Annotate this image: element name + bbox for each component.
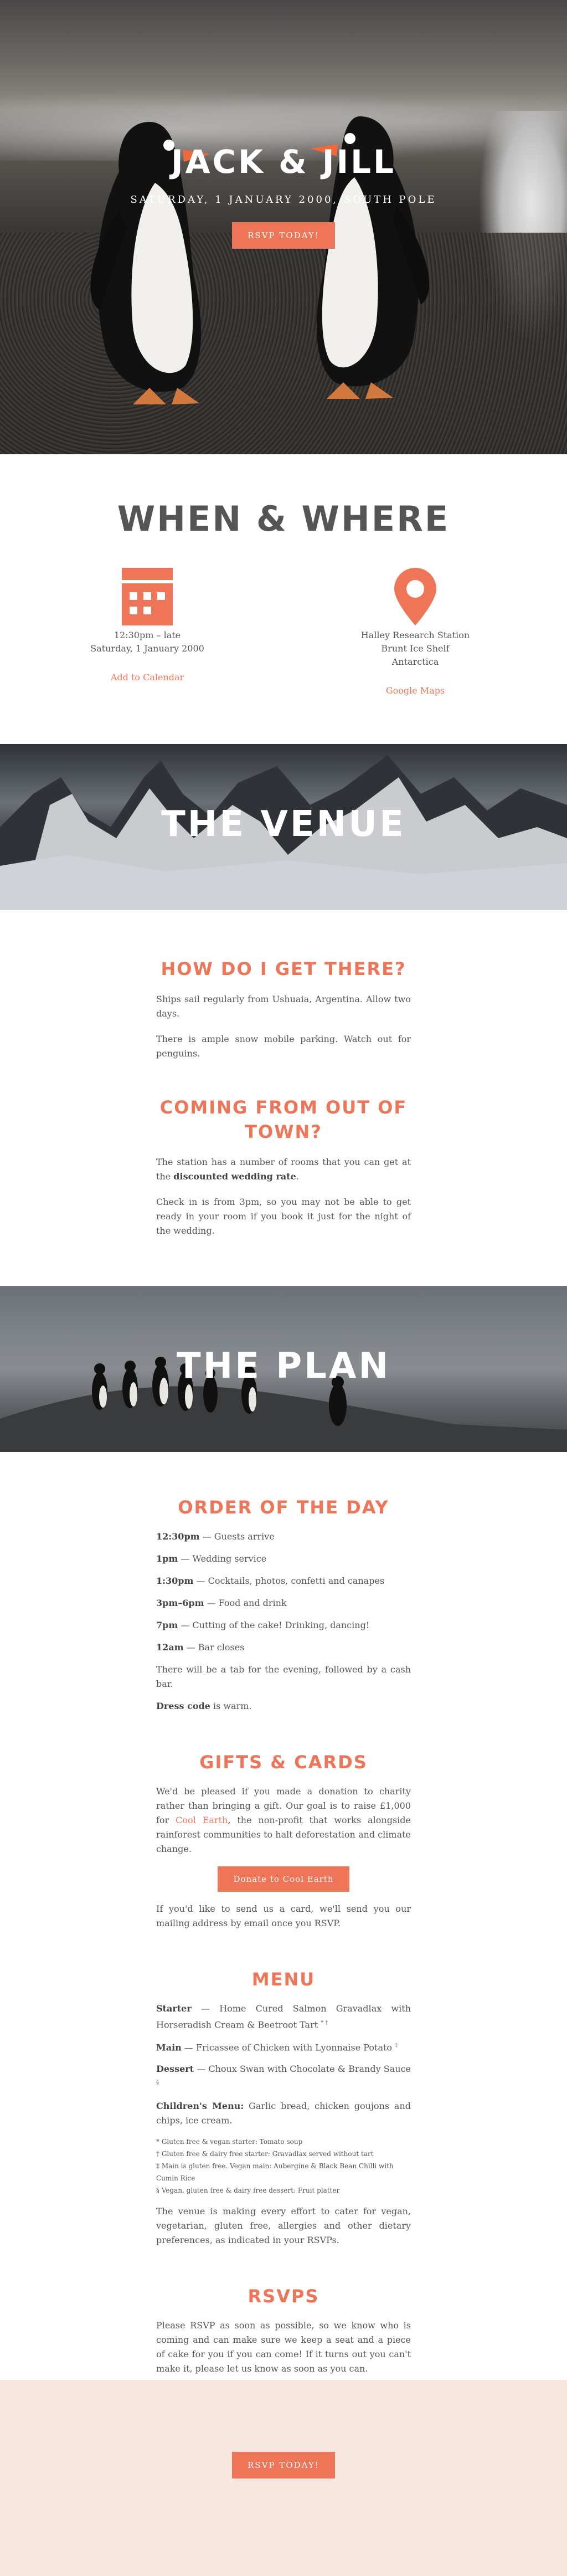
plan-banner-title: THE PLAN xyxy=(177,1346,390,1387)
where-location: Brunt Ice Shelf xyxy=(381,643,450,654)
order-of-day-block: ORDER OF THE DAY 12:30pm — Guests arrive… xyxy=(156,1495,411,1713)
when-where-heading: WHEN & WHERE xyxy=(117,499,450,539)
menu-heading: MENU xyxy=(251,1969,316,1990)
venue-banner-title: THE VENUE xyxy=(161,804,406,845)
menu-children-label: Children's Menu: xyxy=(156,2100,244,2111)
footnote: * Gluten free & vegan starter: Tomato so… xyxy=(156,2137,303,2146)
venue-banner: THE VENUE xyxy=(0,744,567,910)
gifts-block: GIFTS & CARDS We'd be pleased if you mad… xyxy=(156,1750,411,1931)
map-pin-icon xyxy=(394,568,436,625)
donate-button[interactable]: Donate to Cool Earth xyxy=(218,1866,349,1892)
when-where-section: WHEN & WHERE 12:30pm – late Saturday, 1 … xyxy=(0,454,567,744)
menu-starter-label: Starter xyxy=(156,2003,192,2014)
gifts-p2: If you'd like to send us a card, we'll s… xyxy=(156,1903,411,1928)
order-item-text: — Cutting of the cake! Drinking, dancing… xyxy=(178,1620,370,1630)
order-of-day-list: 12:30pm — Guests arrive 1pm — Wedding ser… xyxy=(156,1530,411,1655)
order-item-time: 12am xyxy=(156,1642,184,1653)
when-time: 12:30pm – late xyxy=(114,630,181,640)
when-date: Saturday, 1 January 2000 xyxy=(90,643,204,654)
hero-subtitle: SATURDAY, 1 JANUARY 2000, SOUTH POLE xyxy=(130,194,437,206)
add-to-calendar-link[interactable]: Add to Calendar xyxy=(64,671,230,684)
menu-children: Children's Menu: Garlic bread, chicken g… xyxy=(156,2099,411,2128)
order-item-time: 7pm xyxy=(156,1620,178,1630)
order-item-text: — Food and drink xyxy=(204,1598,287,1608)
order-item-time: 3pm–6pm xyxy=(156,1598,204,1608)
order-item: 1:30pm — Cocktails, photos, confetti and… xyxy=(156,1574,411,1588)
menu-dessert: Dessert — Choux Swan with Chocolate & Br… xyxy=(156,2062,411,2092)
order-of-day-heading: ORDER OF THE DAY xyxy=(178,1497,389,1518)
out-of-town-heading-line1: COMING FROM OUT OF xyxy=(159,1097,408,1118)
donate-button-wrap: Donate to Cool Earth xyxy=(156,1866,411,1892)
discounted-rate-text: discounted wedding rate xyxy=(173,1171,296,1182)
getting-there-heading: HOW DO I GET THERE? xyxy=(161,958,406,979)
dress-code: Dress code is warm. xyxy=(156,1699,411,1713)
out-of-town-block: COMING FROM OUT OF TOWN? The station has… xyxy=(156,1095,411,1238)
order-item-text: — Wedding service xyxy=(178,1553,267,1564)
order-item-time: 12:30pm xyxy=(156,1531,200,1542)
menu-footnotes: * Gluten free & vegan starter: Tomato so… xyxy=(156,2136,411,2197)
hero-content: JACK & JILL SATURDAY, 1 JANUARY 2000, SO… xyxy=(0,143,567,249)
where-icon-box xyxy=(332,568,498,629)
where-venue-name: Halley Research Station xyxy=(360,630,470,640)
rsvps-heading: RSVPS xyxy=(248,2285,319,2307)
menu-dessert-mark: § xyxy=(156,2080,159,2086)
plan-content: ORDER OF THE DAY 12:30pm — Guests arrive… xyxy=(0,1452,567,2380)
rsvps-block: RSVPS Please RSVP as soon as possible, s… xyxy=(156,2284,411,2376)
footnote: † Gluten free & dairy free starter: Grav… xyxy=(156,2149,374,2158)
order-item: 12am — Bar closes xyxy=(156,1640,411,1655)
footnote: § Vegan, gluten free & dairy free desser… xyxy=(156,2186,340,2194)
out-of-town-p2: Check in is from 3pm, so you may not be … xyxy=(156,1197,411,1236)
tab-note: There will be a tab for the evening, fol… xyxy=(156,1664,411,1689)
cool-earth-link[interactable]: Cool Earth xyxy=(176,1815,228,1825)
menu-main-text: — Fricassee of Chicken with Lyonnaise Po… xyxy=(181,2042,393,2053)
menu-block: MENU Starter — Home Cured Salmon Gravadl… xyxy=(156,1967,411,2247)
where-column: Halley Research Station Brunt Ice Shelf … xyxy=(332,568,498,697)
menu-main: Main — Fricassee of Chicken with Lyonnai… xyxy=(156,2039,411,2055)
calendar-icon xyxy=(122,568,173,625)
plan-banner: THE PLAN xyxy=(0,1286,567,1452)
google-maps-link[interactable]: Google Maps xyxy=(332,684,498,697)
dress-code-label: Dress code xyxy=(156,1701,210,1711)
venue-content: HOW DO I GET THERE? Ships sail regularly… xyxy=(0,910,567,1286)
order-item: 1pm — Wedding service xyxy=(156,1552,411,1566)
catering-note: The venue is making every effort to cate… xyxy=(156,2205,411,2245)
getting-there-block: HOW DO I GET THERE? Ships sail regularly… xyxy=(156,957,411,1061)
where-country: Antarctica xyxy=(391,656,439,667)
when-column: 12:30pm – late Saturday, 1 January 2000 … xyxy=(64,568,230,684)
order-item: 12:30pm — Guests arrive xyxy=(156,1530,411,1544)
footer-rsvp-wrap: RSVP TODAY! xyxy=(0,2380,567,2478)
out-of-town-p1-suffix: . xyxy=(296,1171,299,1182)
order-item-text: — Bar closes xyxy=(183,1642,245,1653)
menu-dessert-text: — Choux Swan with Chocolate & Brandy Sau… xyxy=(194,2063,411,2074)
gifts-heading: GIFTS & CARDS xyxy=(199,1752,368,1773)
hero-rsvp-button[interactable]: RSVP TODAY! xyxy=(232,222,335,249)
order-item-text: — Guests arrive xyxy=(199,1531,275,1542)
when-icon-box xyxy=(64,568,230,629)
order-item: 3pm–6pm — Food and drink xyxy=(156,1596,411,1610)
out-of-town-p1: The station has a number of rooms that y… xyxy=(156,1155,411,1184)
hero-section: JACK & JILL SATURDAY, 1 JANUARY 2000, SO… xyxy=(0,0,567,454)
out-of-town-heading: COMING FROM OUT OF TOWN? xyxy=(156,1095,411,1144)
menu-starter: Starter — Home Cured Salmon Gravadlax wi… xyxy=(156,2002,411,2032)
order-item-time: 1:30pm xyxy=(156,1576,194,1586)
order-item: 7pm — Cutting of the cake! Drinking, dan… xyxy=(156,1618,411,1633)
menu-main-label: Main xyxy=(156,2042,182,2053)
menu-main-mark: ‡ xyxy=(395,2043,398,2049)
gifts-p1: We'd be pleased if you made a donation t… xyxy=(156,1784,411,1856)
getting-there-p1: Ships sail regularly from Ushuaia, Argen… xyxy=(156,994,411,1019)
footer-rsvp-section: RSVP TODAY! xyxy=(0,2380,567,2576)
footnote: ‡ Main is gluten free. Vegan main: Auber… xyxy=(156,2162,394,2182)
menu-dessert-label: Dessert xyxy=(156,2063,194,2074)
out-of-town-heading-line2: TOWN? xyxy=(245,1121,322,1142)
menu-starter-marks: * † xyxy=(321,2020,328,2026)
menu-starter-text: — Home Cured Salmon Gravadlax with Horse… xyxy=(156,2003,411,2030)
rsvps-text: Please RSVP as soon as possible, so we k… xyxy=(156,2320,411,2374)
order-item-text: — Cocktails, photos, confetti and canape… xyxy=(193,1576,385,1586)
hero-title: JACK & JILL xyxy=(171,143,396,181)
dress-code-text: is warm. xyxy=(210,1701,252,1711)
order-item-time: 1pm xyxy=(156,1553,178,1564)
footer-rsvp-button[interactable]: RSVP TODAY! xyxy=(232,2452,335,2478)
getting-there-p2: There is ample snow mobile parking. Watc… xyxy=(156,1034,411,1059)
